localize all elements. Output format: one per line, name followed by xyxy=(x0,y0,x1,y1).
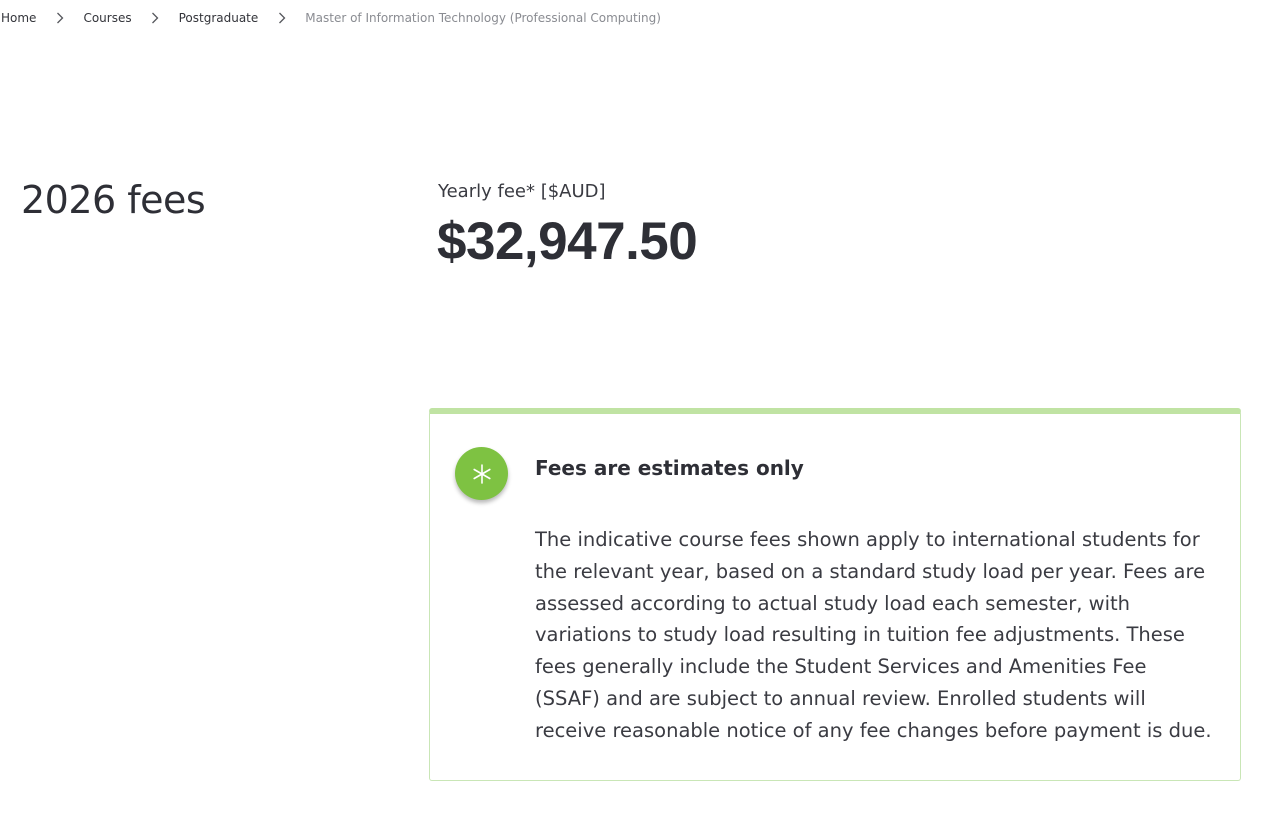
asterisk-icon xyxy=(455,447,508,500)
notice-title: Fees are estimates only xyxy=(535,456,804,480)
breadcrumb-courses-link[interactable]: Courses xyxy=(83,11,131,25)
chevron-right-icon xyxy=(132,10,179,26)
chevron-right-icon xyxy=(36,10,83,26)
yearly-fee-label: Yearly fee* [$AUD] xyxy=(438,181,606,202)
breadcrumb: Home Courses Postgraduate Master of Info… xyxy=(1,10,661,26)
notice-body: The indicative course fees shown apply t… xyxy=(535,528,1212,742)
fees-estimate-notice: Fees are estimates only The indicative c… xyxy=(429,408,1241,781)
yearly-fee-amount: $32,947.50 xyxy=(437,212,698,271)
breadcrumb-postgraduate-link[interactable]: Postgraduate xyxy=(179,11,259,25)
fees-heading: 2026 fees xyxy=(21,178,206,222)
chevron-right-icon xyxy=(258,10,305,26)
breadcrumb-current-page: Master of Information Technology (Profes… xyxy=(305,11,661,25)
breadcrumb-home-link[interactable]: Home xyxy=(1,11,36,25)
